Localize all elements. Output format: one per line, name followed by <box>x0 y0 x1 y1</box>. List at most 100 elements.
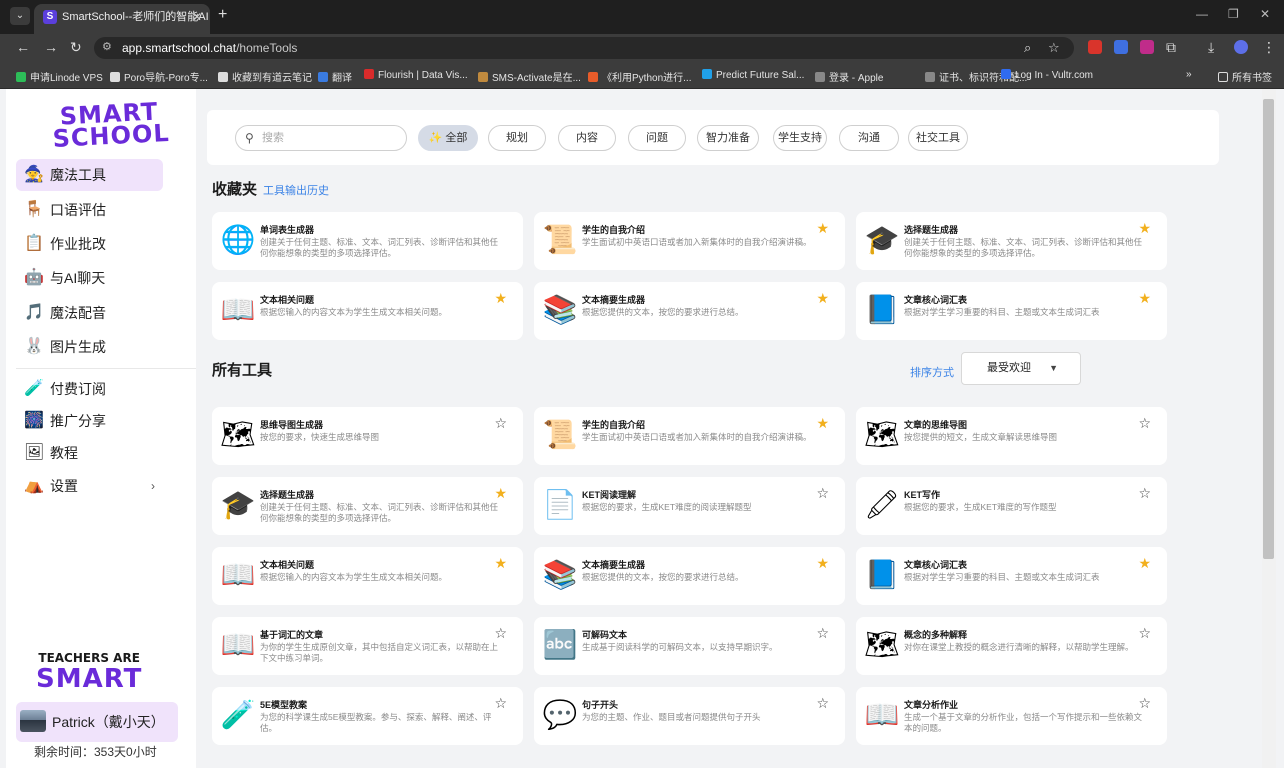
bookmark-item[interactable]: 申请Linode VPS <box>16 69 103 84</box>
output-history-link[interactable]: 工具输出历史 <box>263 182 329 198</box>
filter-chip[interactable]: 社交工具 <box>908 125 968 151</box>
favorite-star-icon[interactable]: ★ <box>494 486 507 500</box>
bookmark-item[interactable]: 登录 - Apple <box>815 69 883 84</box>
forward-icon[interactable]: → <box>44 39 58 55</box>
tool-card[interactable]: 💬 句子开头 为您的主题、作业、题目或者问题提供句子开头 ☆ <box>534 687 845 745</box>
sidebar-item-subscription[interactable]: 🧪 付费订阅 <box>16 373 163 405</box>
tool-card[interactable]: 🗺 文章的思维导图 按您提供的短文，生成文章解读思维导图 ☆ <box>856 407 1167 465</box>
tool-card[interactable]: 🗺 思维导图生成器 按您的要求，快速生成思维导图 ☆ <box>212 407 523 465</box>
tool-description: 为你的学生生成原创文章，其中包括自定义词汇表，以帮助在上下文中练习单词。 <box>260 642 499 663</box>
tool-card[interactable]: 🌐 单词表生成器 创建关于任何主题、标准、文本、词汇列表、诊断评估和其他任何你能想象… <box>212 212 523 270</box>
bookmark-item[interactable]: 翻译 <box>318 69 352 84</box>
tool-card[interactable]: 🎓 选择题生成器 创建关于任何主题、标准、文本、词汇列表、诊断评估和其他任何你能想象… <box>856 212 1167 270</box>
favorite-star-icon[interactable]: ★ <box>1138 221 1151 235</box>
favorite-star-icon[interactable]: ☆ <box>494 626 507 640</box>
extension-icon[interactable] <box>1140 40 1154 54</box>
filter-chip[interactable]: 问题 <box>628 125 686 151</box>
extension-icon[interactable] <box>1114 40 1128 54</box>
restore-icon[interactable]: ❐ <box>1228 7 1239 21</box>
tool-card[interactable]: 🎓 选择题生成器 创建关于任何主题、标准、文本、词汇列表、诊断评估和其他任何你能想象… <box>212 477 523 535</box>
all-bookmarks[interactable]: 所有书签 <box>1218 69 1272 84</box>
favorite-star-icon[interactable]: ★ <box>1138 556 1151 570</box>
scrollbar-thumb[interactable] <box>1263 99 1274 559</box>
filter-chip[interactable]: 学生支持 <box>773 125 827 151</box>
tool-card[interactable]: 📘 文章核心词汇表 根据对学生学习重要的科目、主题或文本生成词汇表 ★ <box>856 547 1167 605</box>
sidebar-item-settings[interactable]: ⛺ 设置 › <box>16 470 163 502</box>
close-window-icon[interactable]: ✕ <box>1260 7 1270 21</box>
tool-card[interactable]: 🧪 5E模型教案 为您的科学课生成5E模型教案。参与、探索、解释、阐述、评估。 ☆ <box>212 687 523 745</box>
favorite-star-icon[interactable]: ★ <box>816 221 829 235</box>
sort-select[interactable]: 最受欢迎 ▼ <box>961 352 1081 385</box>
tool-card[interactable]: 📖 文章分析作业 生成一个基于文章的分析作业，包括一个写作提示和一些依赖文本的问题。… <box>856 687 1167 745</box>
tool-card[interactable]: 📜 学生的自我介绍 学生面试初中英语口语或者加入新集体时的自我介绍演讲稿。 ★ <box>534 407 845 465</box>
menu-kebab-icon[interactable]: ⋮ <box>1262 39 1276 56</box>
tool-card[interactable]: 📖 文本相关问题 根据您输入的内容文本为学生生成文本相关问题。 ★ <box>212 282 523 340</box>
new-tab-icon[interactable]: + <box>218 6 227 24</box>
favorite-star-icon[interactable]: ☆ <box>494 416 507 430</box>
sidebar-item-speaking-assessment[interactable]: 🪑 口语评估 <box>16 194 163 226</box>
tool-card[interactable]: 📚 文本摘要生成器 根据您提供的文本，按您的要求进行总结。 ★ <box>534 282 845 340</box>
favorite-star-icon[interactable]: ★ <box>1138 291 1151 305</box>
search-input[interactable]: ⚲ 搜索 <box>235 125 407 151</box>
bookmark-item[interactable]: Predict Future Sal... <box>702 69 804 81</box>
favorite-star-icon[interactable]: ★ <box>816 556 829 570</box>
filter-chip[interactable]: ✨ 全部 <box>418 125 478 151</box>
tab-search-icon[interactable]: ⌄ <box>10 7 30 25</box>
extension-icon[interactable] <box>1088 40 1102 54</box>
omnibox[interactable]: ⚙ app.smartschool.chat/homeTools ⌕ ☆ <box>94 37 1074 59</box>
url-text[interactable]: app.smartschool.chat/homeTools <box>122 41 297 55</box>
user-profile[interactable]: Patrick（戴小天） <box>16 702 178 742</box>
sidebar-item-ai-chat[interactable]: 🤖 与AI聊天 <box>16 262 163 294</box>
tool-card[interactable]: 📚 文本摘要生成器 根据您提供的文本，按您的要求进行总结。 ★ <box>534 547 845 605</box>
tool-card[interactable]: 📄 KET阅读理解 根据您的要求，生成KET难度的阅读理解题型 ☆ <box>534 477 845 535</box>
favorite-star-icon[interactable]: ☆ <box>816 626 829 640</box>
reload-icon[interactable]: ↻ <box>70 39 82 56</box>
bookmarks-overflow-icon[interactable]: » <box>1186 69 1192 80</box>
favorite-star-icon[interactable]: ★ <box>816 416 829 430</box>
bookmark-item[interactable]: Poro导航-Poro专... <box>110 69 208 84</box>
tool-card[interactable]: 📖 文本相关问题 根据您输入的内容文本为学生生成文本相关问题。 ★ <box>212 547 523 605</box>
zoom-icon[interactable]: ⌕ <box>1024 40 1031 56</box>
filter-chip[interactable]: 沟通 <box>839 125 899 151</box>
profile-avatar-icon[interactable] <box>1234 40 1248 54</box>
bookmark-star-icon[interactable]: ☆ <box>1048 40 1060 56</box>
tool-card[interactable]: 📘 文章核心词汇表 根据对学生学习重要的科目、主题或文本生成词汇表 ★ <box>856 282 1167 340</box>
smartschool-logo[interactable]: SMART SCHOOL <box>49 97 170 153</box>
favorite-star-icon[interactable]: ☆ <box>816 486 829 500</box>
favorite-star-icon[interactable]: ☆ <box>1138 626 1151 640</box>
sidebar-item-homework-grading[interactable]: 📋 作业批改 <box>16 228 163 260</box>
favorite-star-icon[interactable]: ☆ <box>1138 416 1151 430</box>
filter-chip[interactable]: 规划 <box>488 125 546 151</box>
tab-close-icon[interactable]: ✕ <box>192 4 202 30</box>
sidebar-item-magic-dubbing[interactable]: 🎵 魔法配音 <box>16 297 163 329</box>
filter-chip[interactable]: 智力准备 <box>697 125 759 151</box>
bookmark-item[interactable]: SMS-Activate是在... <box>478 69 581 84</box>
favorite-star-icon[interactable]: ☆ <box>816 696 829 710</box>
favorite-star-icon[interactable]: ★ <box>494 556 507 570</box>
minimize-icon[interactable]: — <box>1196 7 1208 21</box>
bookmark-item[interactable]: Flourish | Data Vis... <box>364 69 468 81</box>
tool-card[interactable]: 🔤 可解码文本 生成基于阅读科学的可解码文本，以支持早期识字。 ☆ <box>534 617 845 675</box>
browser-tab[interactable]: S SmartSchool--老师们的智能AI ✕ <box>34 4 210 34</box>
favorite-star-icon[interactable]: ★ <box>816 291 829 305</box>
favorite-star-icon[interactable]: ★ <box>494 291 507 305</box>
bookmark-item[interactable]: Log In - Vultr.com <box>1001 69 1093 81</box>
filter-chip[interactable]: 内容 <box>558 125 616 151</box>
tool-card[interactable]: 📜 学生的自我介绍 学生面试初中英语口语或者加入新集体时的自我介绍演讲稿。 ★ <box>534 212 845 270</box>
sidebar-item-image-generation[interactable]: 🐰 图片生成 <box>16 331 163 363</box>
tool-card[interactable]: 🖍 KET写作 根据您的要求，生成KET难度的写作题型 ☆ <box>856 477 1167 535</box>
extensions-puzzle-icon[interactable]: ⧉ <box>1166 39 1176 56</box>
back-icon[interactable]: ← <box>16 39 30 55</box>
sidebar-item-magic-tools[interactable]: 🧙 魔法工具 <box>16 159 163 191</box>
favorite-star-icon[interactable]: ☆ <box>1138 486 1151 500</box>
tool-card[interactable]: 🗺 概念的多种解释 对你在课堂上教授的概念进行清晰的解释，以帮助学生理解。 ☆ <box>856 617 1167 675</box>
bookmark-item[interactable]: 《利用Python进行... <box>588 69 691 84</box>
download-icon[interactable]: ⤓ <box>1208 39 1214 56</box>
sidebar-item-tutorial[interactable]: 🖼 教程 <box>16 437 163 469</box>
tool-card[interactable]: 📖 基于词汇的文章 为你的学生生成原创文章，其中包括自定义词汇表，以帮助在上下文中练… <box>212 617 523 675</box>
favorite-star-icon[interactable]: ☆ <box>1138 696 1151 710</box>
sidebar-item-referral[interactable]: 🎆 推广分享 <box>16 405 163 437</box>
site-info-icon[interactable]: ⚙ <box>102 40 112 53</box>
favorite-star-icon[interactable]: ☆ <box>494 696 507 710</box>
bookmark-item[interactable]: 收藏到有道云笔记 <box>218 69 312 84</box>
